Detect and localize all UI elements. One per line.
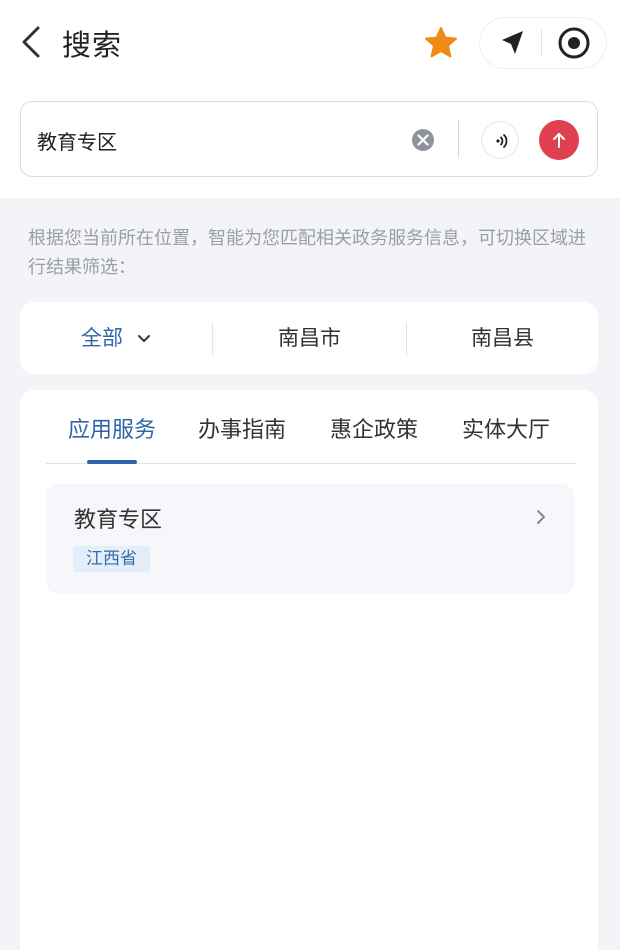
voice-icon [496,134,508,148]
list-item[interactable]: 教育专区 江西省 [46,484,574,594]
results-card: 应用服务 办事指南 惠企政策 实体大厅 教育专区 江西省 [20,390,598,950]
region-filter: 全部 南昌市 南昌县 [20,302,598,374]
search-divider [458,120,459,158]
page-title: 搜索 [62,28,123,62]
result-title: 教育专区 [74,508,163,533]
tab-business-policy[interactable]: 惠企政策 [330,412,418,452]
target-icon[interactable] [556,25,592,61]
back-icon[interactable] [16,24,48,60]
voice-button[interactable] [481,121,519,159]
tab-service-guide[interactable]: 办事指南 [198,412,286,452]
tab-app-services[interactable]: 应用服务 [68,412,156,452]
search-input[interactable] [37,124,397,156]
region-selected-label: 全部 [81,326,123,350]
search-box [20,101,598,177]
navigation-arrow-icon[interactable] [496,27,528,59]
location-hint-text: 根据您当前所在位置，智能为您匹配相关政务服务信息，可切换区域进行结果筛选： [28,228,586,278]
region-tag: 江西省 [73,546,150,572]
submit-button[interactable] [539,120,579,160]
region-selector-all[interactable]: 全部 [20,302,212,374]
chevron-right-icon [537,510,545,524]
active-tab-indicator [87,460,137,464]
clear-icon[interactable] [411,128,435,152]
star-icon[interactable] [424,26,458,60]
top-bar: 搜索 [0,0,620,198]
region-option-nanchang-city[interactable]: 南昌市 [213,302,406,374]
submit-arrow-icon [553,133,565,148]
capsule-divider [541,30,542,56]
region-option-nanchang-county[interactable]: 南昌县 [407,302,598,374]
chevron-down-icon [138,335,150,342]
tab-service-hall[interactable]: 实体大厅 [462,412,550,452]
